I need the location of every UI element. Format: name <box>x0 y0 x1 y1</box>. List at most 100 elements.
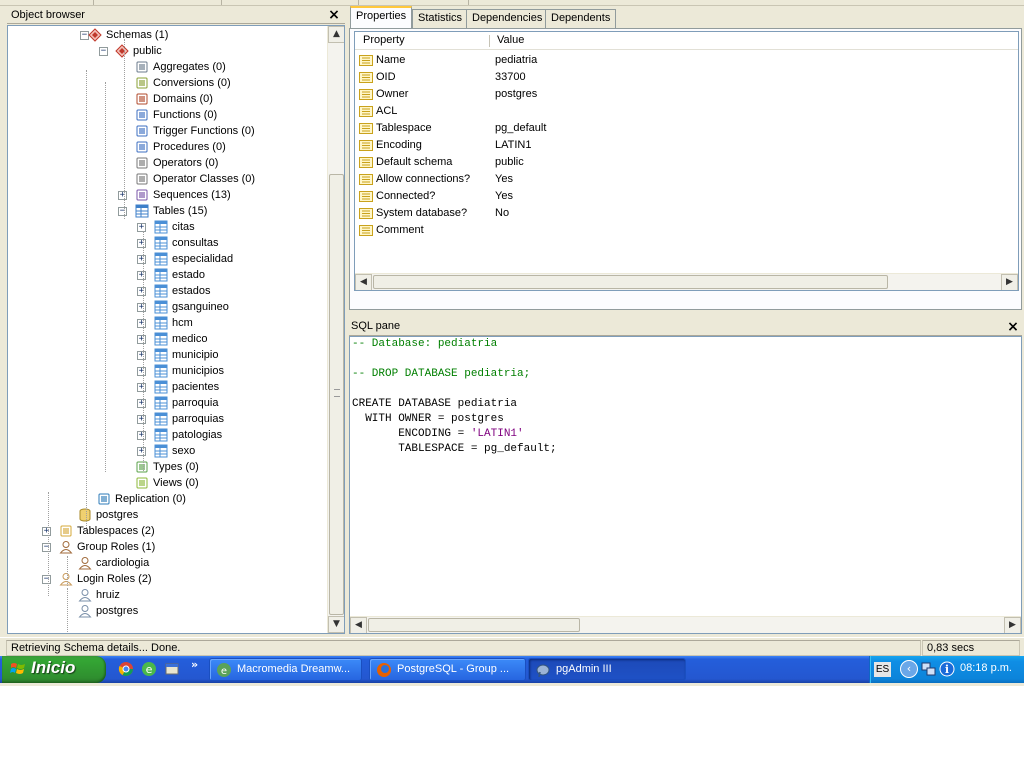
tree-node[interactable]: + especialidad <box>8 251 326 267</box>
expand-icon[interactable]: + <box>137 415 146 424</box>
tree-node[interactable]: + hcm <box>8 315 326 331</box>
tree-node[interactable]: + estados <box>8 283 326 299</box>
info-icon[interactable]: i <box>939 661 955 677</box>
horizontal-scrollbar[interactable]: ◀ ▶ <box>350 616 1021 633</box>
start-button[interactable]: Inicio <box>2 656 106 683</box>
property-row[interactable]: ACL <box>355 103 1018 120</box>
clock[interactable]: 08:18 p.m. <box>960 662 1012 674</box>
language-indicator[interactable]: ES <box>874 662 891 677</box>
tree-node[interactable]: + gsanguineo <box>8 299 326 315</box>
scroll-up-icon[interactable]: ▲ <box>328 26 344 43</box>
collapse-icon[interactable]: − <box>99 47 108 56</box>
expand-icon[interactable]: + <box>137 223 146 232</box>
tree-node[interactable]: + medico <box>8 331 326 347</box>
chevron-left-icon[interactable]: ‹ <box>900 660 918 678</box>
tree-node[interactable]: hruiz <box>8 587 326 603</box>
tree-node[interactable]: + consultas <box>8 235 326 251</box>
tab-dependencies[interactable]: Dependencies <box>466 9 549 28</box>
property-row[interactable]: Allow connections? Yes <box>355 171 1018 188</box>
expand-icon[interactable]: + <box>137 383 146 392</box>
expand-icon[interactable]: + <box>137 319 146 328</box>
expand-icon[interactable]: + <box>137 447 146 456</box>
horizontal-splitter[interactable] <box>349 310 1024 318</box>
tree-node[interactable]: + municipio <box>8 347 326 363</box>
show-desktop-icon[interactable] <box>164 661 180 677</box>
property-row[interactable]: Comment <box>355 222 1018 239</box>
close-icon[interactable]: × <box>1006 320 1020 334</box>
property-row[interactable]: Name pediatria <box>355 52 1018 69</box>
sql-editor[interactable]: -- Database: pediatria -- DROP DATABASE … <box>349 336 1022 634</box>
tree-node[interactable]: + patologias <box>8 427 326 443</box>
tree-node[interactable]: + estado <box>8 267 326 283</box>
quicklaunch-more-icon[interactable]: » <box>191 658 198 671</box>
tree-node[interactable]: + Tablespaces (2) <box>8 523 326 539</box>
property-row[interactable]: System database? No <box>355 205 1018 222</box>
tree-node[interactable]: Operator Classes (0) <box>8 171 326 187</box>
tree-node[interactable]: Conversions (0) <box>8 75 326 91</box>
tree-node[interactable]: Views (0) <box>8 475 326 491</box>
tree-node[interactable]: − Login Roles (2) <box>8 571 326 587</box>
scroll-down-icon[interactable]: ▼ <box>328 616 344 633</box>
tree-node[interactable]: Domains (0) <box>8 91 326 107</box>
property-row[interactable]: Encoding LATIN1 <box>355 137 1018 154</box>
tree-node[interactable]: Functions (0) <box>8 107 326 123</box>
tree-node[interactable]: Replication (0) <box>8 491 326 507</box>
ie-icon[interactable]: e <box>141 661 157 677</box>
tree-node[interactable]: + municipios <box>8 363 326 379</box>
tree-node[interactable]: + sexo <box>8 443 326 459</box>
tree-node[interactable]: Types (0) <box>8 459 326 475</box>
property-row[interactable]: Connected? Yes <box>355 188 1018 205</box>
tree-node[interactable]: − Group Roles (1) <box>8 539 326 555</box>
expand-icon[interactable]: + <box>137 255 146 264</box>
scroll-right-icon[interactable]: ▶ <box>1001 274 1018 290</box>
taskbar-item-firefox[interactable]: PostgreSQL - Group ... <box>369 658 526 681</box>
scroll-thumb[interactable] <box>368 618 580 632</box>
close-icon[interactable]: × <box>327 8 341 22</box>
collapse-icon[interactable]: − <box>118 207 127 216</box>
network-icon[interactable] <box>921 661 937 677</box>
taskbar-item-pgadmin[interactable]: pgAdmin III <box>528 658 686 681</box>
expand-icon[interactable]: + <box>42 527 51 536</box>
column-header-value[interactable]: Value <box>497 34 524 46</box>
scroll-thumb[interactable] <box>329 174 344 615</box>
tab-properties[interactable]: Properties <box>350 6 413 28</box>
tree-node[interactable]: Procedures (0) <box>8 139 326 155</box>
tree-node[interactable]: + parroquias <box>8 411 326 427</box>
tree-node[interactable]: − Schemas (1) <box>8 27 326 43</box>
tree-node[interactable]: + pacientes <box>8 379 326 395</box>
tab-dependents[interactable]: Dependents <box>545 9 617 28</box>
expand-icon[interactable]: + <box>137 351 146 360</box>
property-row[interactable]: Owner postgres <box>355 86 1018 103</box>
expand-icon[interactable]: + <box>137 287 146 296</box>
expand-icon[interactable]: + <box>137 271 146 280</box>
scroll-left-icon[interactable]: ◀ <box>350 617 367 633</box>
expand-icon[interactable]: + <box>118 191 127 200</box>
tree-node[interactable]: postgres <box>8 507 326 523</box>
tree-node[interactable]: + citas <box>8 219 326 235</box>
scroll-right-icon[interactable]: ▶ <box>1004 617 1021 633</box>
expand-icon[interactable]: + <box>137 335 146 344</box>
object-tree[interactable]: − Schemas (1) − public Aggregates (0) Convers… <box>7 25 345 634</box>
collapse-icon[interactable]: − <box>42 575 51 584</box>
property-row[interactable]: Default schema public <box>355 154 1018 171</box>
expand-icon[interactable]: + <box>137 303 146 312</box>
tree-node[interactable]: − Tables (15) <box>8 203 326 219</box>
tree-node[interactable]: − public <box>8 43 326 59</box>
expand-icon[interactable]: + <box>137 367 146 376</box>
horizontal-scrollbar[interactable]: ◀ ▶ <box>355 273 1018 290</box>
tree-node[interactable]: Aggregates (0) <box>8 59 326 75</box>
expand-icon[interactable]: + <box>137 431 146 440</box>
tree-node[interactable]: cardiologia <box>8 555 326 571</box>
tree-node[interactable]: Operators (0) <box>8 155 326 171</box>
properties-list[interactable]: Property Value Name pediatria OID 33700 Owne… <box>354 31 1019 291</box>
tree-node[interactable]: + parroquia <box>8 395 326 411</box>
expand-icon[interactable]: + <box>137 239 146 248</box>
tree-node[interactable]: postgres <box>8 603 326 619</box>
tree-node[interactable]: Trigger Functions (0) <box>8 123 326 139</box>
scroll-left-icon[interactable]: ◀ <box>355 274 372 290</box>
collapse-icon[interactable]: − <box>42 543 51 552</box>
taskbar-item-dreamweaver[interactable]: e Macromedia Dreamw... <box>209 658 362 681</box>
chrome-icon[interactable] <box>118 661 134 677</box>
scroll-thumb[interactable] <box>373 275 888 289</box>
vertical-scrollbar[interactable]: ▲ ▼ <box>327 26 344 633</box>
